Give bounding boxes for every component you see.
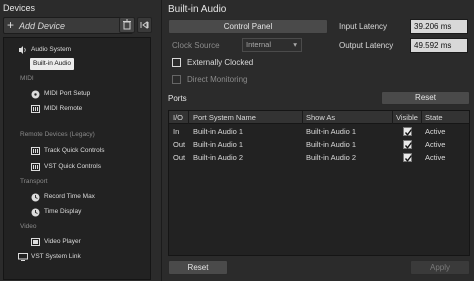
direct-monitoring-checkbox[interactable] xyxy=(172,75,181,84)
trash-icon xyxy=(123,19,131,30)
column-header-io[interactable]: I/O xyxy=(173,111,183,124)
devices-title: Devices xyxy=(3,3,36,13)
quick-controls-icon xyxy=(31,163,40,171)
cell-port-system-name: Built-in Audio 2 xyxy=(193,153,244,162)
cell-io: Out xyxy=(173,153,186,162)
column-header-state[interactable]: State xyxy=(425,111,443,124)
category-label: Video xyxy=(20,223,37,230)
cell-state: Active xyxy=(425,153,446,162)
reset-button[interactable]: Reset xyxy=(168,260,228,275)
quick-controls-icon xyxy=(31,147,40,155)
device-tree[interactable]: Audio System Built-in Audio MIDI MIDI Port … xyxy=(3,37,151,280)
add-device-dropdown[interactable]: + Add Device ▼ xyxy=(3,17,133,34)
category-label: MIDI xyxy=(20,75,34,82)
direct-monitoring-label: Direct Monitoring xyxy=(187,75,248,84)
reset-device-button[interactable] xyxy=(137,17,152,33)
table-row[interactable]: Out Built-in Audio 1 Built-in Audio 1 Activ… xyxy=(169,138,469,151)
category-label: Transport xyxy=(20,178,48,185)
reset-icon xyxy=(140,21,149,29)
cell-port-system-name: Built-in Audio 1 xyxy=(193,140,244,149)
devices-panel: Devices + Add Device ▼ Audio System Built… xyxy=(0,0,157,281)
cell-io: Out xyxy=(173,140,186,149)
output-latency-value: 49.592 ms xyxy=(410,38,468,53)
apply-button[interactable]: Apply xyxy=(410,260,470,275)
visible-checkbox[interactable] xyxy=(403,127,413,136)
video-icon xyxy=(31,238,40,246)
cell-io: In xyxy=(173,127,180,136)
add-device-label: Add Device xyxy=(19,21,66,31)
checkmark-icon xyxy=(404,142,413,149)
cell-show-as: Built-in Audio 1 xyxy=(306,140,357,149)
checkmark-icon xyxy=(404,129,413,136)
column-header-visible[interactable]: Visible xyxy=(396,111,418,124)
clock-icon xyxy=(31,193,40,202)
clock-source-select[interactable]: Internal ▾ xyxy=(242,38,302,52)
column-header-port-system-name[interactable]: Port System Name xyxy=(193,111,256,124)
cell-port-system-name: Built-in Audio 1 xyxy=(193,127,244,136)
clock-icon xyxy=(31,208,40,217)
ports-reset-button[interactable]: Reset xyxy=(381,91,470,105)
table-row[interactable]: Out Built-in Audio 2 Built-in Audio 2 Activ… xyxy=(169,151,469,164)
plus-icon: + xyxy=(7,18,15,32)
tree-item-label: MIDI Remote xyxy=(44,105,83,112)
visible-checkbox[interactable] xyxy=(403,140,413,149)
table-row[interactable]: In Built-in Audio 1 Built-in Audio 1 Active xyxy=(169,125,469,138)
cell-state: Active xyxy=(425,127,446,136)
externally-clocked-label: Externally Clocked xyxy=(187,58,254,67)
output-latency-label: Output Latency xyxy=(339,41,394,50)
clock-source-label: Clock Source xyxy=(172,41,220,50)
tree-item-label: MIDI Port Setup xyxy=(44,90,91,97)
ports-table: I/O Port System Name Show As Visible Sta… xyxy=(168,110,470,256)
externally-clocked-checkbox[interactable] xyxy=(172,58,181,67)
clock-source-value: Internal xyxy=(246,40,272,49)
tree-item-label: Video Player xyxy=(44,238,81,245)
cell-show-as: Built-in Audio 1 xyxy=(306,127,357,136)
tree-item-label: Track Quick Controls xyxy=(44,147,105,154)
device-title: Built-in Audio xyxy=(168,4,227,15)
monitor-icon xyxy=(18,253,28,261)
remove-device-button[interactable] xyxy=(119,17,135,33)
tree-item-label: Time Display xyxy=(44,208,82,215)
table-header: I/O Port System Name Show As Visible Sta… xyxy=(169,111,469,124)
checkmark-icon xyxy=(404,155,413,162)
tree-item-label: Built-in Audio xyxy=(30,58,74,70)
tree-item-label: Audio System xyxy=(31,46,72,53)
chevron-down-icon: ▾ xyxy=(293,40,297,49)
input-latency-value: 39.206 ms xyxy=(410,19,468,34)
column-header-show-as[interactable]: Show As xyxy=(306,111,335,124)
midi-remote-icon xyxy=(31,105,40,113)
audio-system-icon xyxy=(18,46,27,54)
cell-show-as: Built-in Audio 2 xyxy=(306,153,357,162)
device-settings-panel: Built-in Audio Control Panel Input Laten… xyxy=(161,0,474,281)
cell-state: Active xyxy=(425,140,446,149)
input-latency-label: Input Latency xyxy=(339,22,388,31)
tree-item-label: Record Time Max xyxy=(44,193,95,200)
ports-title: Ports xyxy=(168,94,187,103)
tree-item-label: VST Quick Controls xyxy=(44,163,101,170)
tree-item-label: VST System Link xyxy=(31,253,81,260)
midi-port-icon xyxy=(31,90,40,99)
category-label: Remote Devices (Legacy) xyxy=(20,131,95,138)
control-panel-button[interactable]: Control Panel xyxy=(168,19,328,34)
visible-checkbox[interactable] xyxy=(403,153,413,162)
